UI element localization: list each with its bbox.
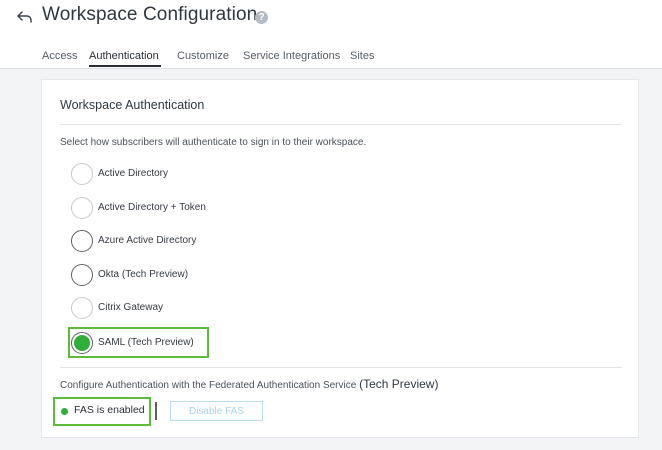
tab-authentication[interactable]: Authentication [89, 50, 159, 62]
radio-label: Active Directory + Token [98, 202, 206, 213]
separator [155, 402, 157, 420]
active-tab-indicator [89, 65, 161, 67]
help-icon[interactable]: ? [255, 11, 268, 24]
radio-label: Azure Active Directory [98, 235, 197, 246]
radio-circle[interactable] [71, 197, 93, 219]
radio-active-directory[interactable]: Active Directory [71, 163, 271, 189]
fas-label-tech-preview: (Tech Preview) [359, 377, 439, 391]
tab-service-integrations[interactable]: Service Integrations [243, 50, 340, 62]
status-dot-icon [61, 408, 68, 415]
page-title: Workspace Configuration [42, 4, 258, 25]
radio-circle[interactable] [71, 230, 93, 252]
fas-status-badge: FAS is enabled [53, 397, 151, 426]
radio-circle[interactable] [71, 163, 93, 185]
workspace-configuration-page: Workspace Configuration ? Access Authent… [0, 0, 662, 450]
divider [60, 124, 622, 125]
workspace-authentication-card: Workspace Authentication Select how subs… [41, 79, 639, 438]
radio-circle[interactable] [71, 264, 93, 286]
radio-okta[interactable]: Okta (Tech Preview) [71, 264, 271, 290]
fas-label-text: Configure Authentication with the Federa… [60, 380, 357, 391]
disable-fas-button[interactable]: Disable FAS [170, 401, 263, 421]
radio-label: Active Directory [98, 168, 169, 179]
radio-circle[interactable] [71, 297, 93, 319]
radio-azure-active-directory[interactable]: Azure Active Directory [71, 230, 271, 256]
saml-highlight-box [68, 327, 209, 358]
radio-label: Citrix Gateway [98, 302, 164, 313]
fas-section-label: Configure Authentication with the Federa… [60, 377, 438, 391]
auth-description: Select how subscribers will authenticate… [60, 137, 367, 148]
tab-bar: Access Authentication Customize Service … [0, 44, 662, 69]
tab-access[interactable]: Access [42, 50, 77, 62]
tab-customize[interactable]: Customize [177, 50, 229, 62]
tab-sites[interactable]: Sites [350, 50, 374, 62]
radio-citrix-gateway[interactable]: Citrix Gateway [71, 297, 271, 323]
card-title: Workspace Authentication [60, 98, 205, 112]
fas-status-text: FAS is enabled [74, 404, 145, 416]
radio-active-directory-token[interactable]: Active Directory + Token [71, 197, 271, 223]
radio-label: Okta (Tech Preview) [98, 269, 189, 280]
back-arrow-icon[interactable] [14, 6, 36, 28]
divider [60, 367, 622, 368]
